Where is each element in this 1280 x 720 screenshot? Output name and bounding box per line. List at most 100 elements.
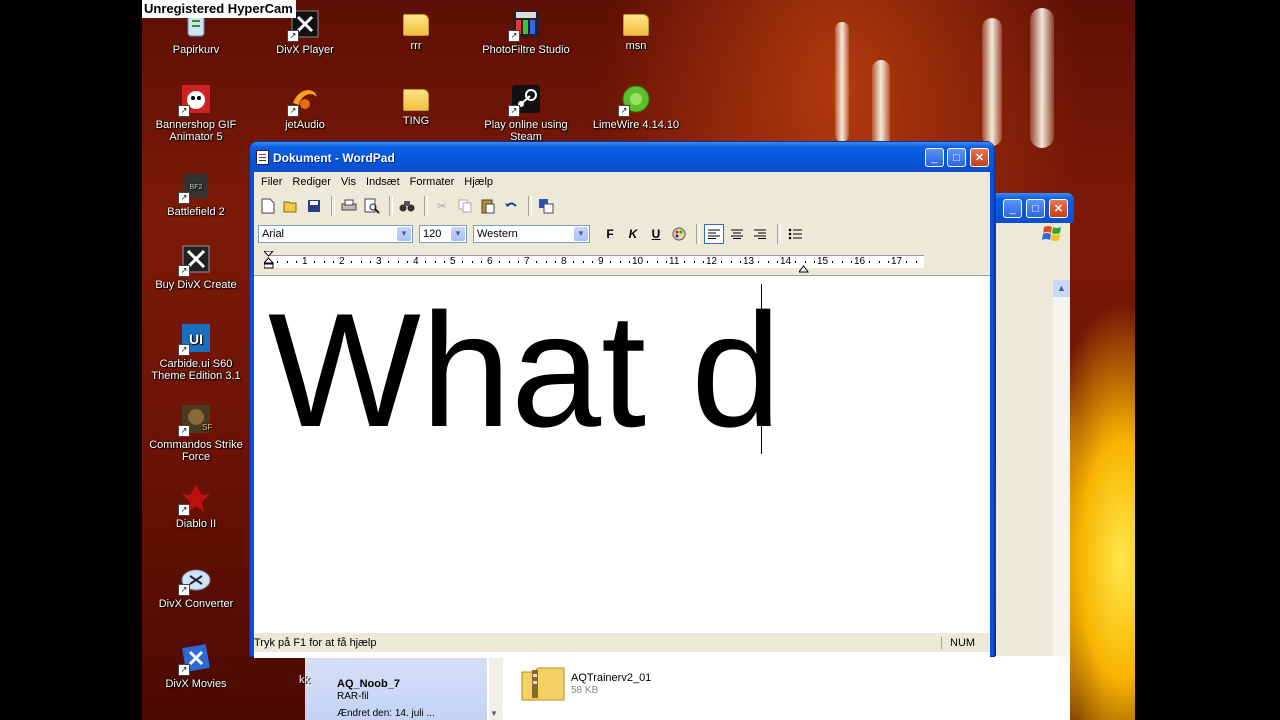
- folder-icon: [403, 89, 429, 111]
- font-size-combo[interactable]: 120 ▼: [419, 225, 467, 243]
- desktop-icon-buy-divx-create[interactable]: ↗ Buy DivX Create: [146, 243, 246, 291]
- paste-clipboard-icon[interactable]: [478, 196, 498, 216]
- desktop-icon-jetaudio[interactable]: ↗ jetAudio: [255, 83, 355, 131]
- new-document-icon[interactable]: [258, 196, 278, 216]
- battlefield-icon: BF2 ↗: [178, 170, 212, 204]
- minimize-button[interactable]: _: [1003, 199, 1022, 218]
- desktop-icon-photofiltre[interactable]: ↗ PhotoFiltre Studio: [476, 8, 576, 56]
- ruler-tick: [406, 261, 408, 263]
- align-right-icon[interactable]: [750, 224, 770, 244]
- color-palette-icon[interactable]: [669, 224, 689, 244]
- wordpad-titlebar[interactable]: Dokument - WordPad _ □ ✕: [250, 142, 994, 172]
- wallpaper-shine: [982, 18, 1002, 146]
- ruler-number: 7: [524, 256, 530, 267]
- ruler-tick: [619, 261, 621, 263]
- chevron-down-icon[interactable]: ▼: [451, 227, 465, 241]
- desktop-icon-steam[interactable]: ↗ Play online using Steam: [476, 83, 576, 143]
- desktop-icon-msn[interactable]: msn: [586, 8, 686, 52]
- menu-filer[interactable]: Filer: [256, 176, 287, 188]
- italic-button[interactable]: K: [623, 224, 643, 244]
- insert-datetime-icon[interactable]: [536, 196, 556, 216]
- cut-scissors-icon[interactable]: ✂: [432, 196, 452, 216]
- ruler-number: 6: [487, 256, 493, 267]
- underline-button[interactable]: U: [646, 224, 666, 244]
- script-combo[interactable]: Western ▼: [473, 225, 590, 243]
- desktop-icon-limewire[interactable]: ↗ LimeWire 4.14.10: [586, 83, 686, 131]
- explorer-titlebar[interactable]: _ □ ✕: [996, 193, 1074, 223]
- font-name-combo[interactable]: Arial ▼: [258, 225, 413, 243]
- explorer-window[interactable]: _ □ ✕ ▲ ▼: [996, 193, 1074, 716]
- close-button[interactable]: ✕: [970, 148, 989, 167]
- ruler-tick: [360, 261, 362, 263]
- zip-file-icon[interactable]: [520, 666, 566, 702]
- ruler-tick: [906, 261, 908, 263]
- wordpad-window[interactable]: Dokument - WordPad _ □ ✕ Filer Rediger V…: [250, 142, 994, 658]
- save-disk-icon[interactable]: [304, 196, 324, 216]
- menu-indsaet[interactable]: Indsæt: [361, 176, 405, 188]
- diablo-icon: ↗: [178, 482, 212, 516]
- explorer-scrollbar[interactable]: ▲ ▼: [1053, 280, 1070, 712]
- desktop-icon-ting[interactable]: TING: [366, 83, 466, 127]
- ruler-tick: [702, 261, 704, 263]
- close-button[interactable]: ✕: [1049, 199, 1068, 218]
- print-icon[interactable]: [339, 196, 359, 216]
- ruler-number: 9: [598, 256, 604, 267]
- desktop-icon-rrr[interactable]: rrr: [366, 8, 466, 52]
- desktop-icon-diablo[interactable]: ↗ Diablo II: [146, 482, 246, 530]
- chevron-down-icon[interactable]: ▼: [397, 227, 411, 241]
- ruler-tick: [388, 261, 390, 263]
- details-pane: AQ_Noob_7 RAR-fil Ændret den: 14. juli .…: [305, 656, 503, 720]
- menu-vis[interactable]: Vis: [336, 176, 361, 188]
- desktop-icon-divx-movies[interactable]: ↗ DivX Movies: [146, 642, 246, 690]
- desktop-icon-commandos[interactable]: SF ↗ Commandos Strike Force: [146, 403, 246, 463]
- icon-label: rrr: [410, 40, 422, 52]
- ruler[interactable]: 1 2 3 4 5 6 7 8 9 10 11 12 13 14 15 16 17: [254, 249, 990, 273]
- ruler-tick: [397, 261, 399, 263]
- desktop-icon-carbide[interactable]: UI ↗ Carbide.ui S60 Theme Edition 3.1: [146, 322, 246, 382]
- copy-icon[interactable]: [455, 196, 475, 216]
- maximize-button[interactable]: □: [947, 148, 966, 167]
- ruler-tick: [369, 261, 371, 263]
- minimize-button[interactable]: _: [925, 148, 944, 167]
- desktop-icon-divx-converter[interactable]: ↗ DivX Converter: [146, 562, 246, 610]
- wordpad-app-icon[interactable]: [256, 150, 269, 165]
- ruler-tick: [554, 261, 556, 263]
- file-name[interactable]: AQTrainerv2_01: [571, 672, 651, 684]
- selected-file-modified: Ændret den: 14. juli ...: [337, 708, 435, 719]
- document-text[interactable]: What d: [268, 286, 781, 456]
- menu-hjaelp[interactable]: Hjælp: [459, 176, 498, 188]
- menu-rediger[interactable]: Rediger: [287, 176, 336, 188]
- ruler-tick: [869, 261, 871, 263]
- bold-button[interactable]: F: [600, 224, 620, 244]
- desktop-icon-bannershop[interactable]: ↗ Bannershop GIF Animator 5: [146, 83, 246, 143]
- chevron-down-icon[interactable]: ▼: [574, 227, 588, 241]
- print-preview-icon[interactable]: [362, 196, 382, 216]
- undo-icon[interactable]: [501, 196, 521, 216]
- icon-label: DivX Converter: [158, 598, 234, 610]
- indent-marker-icon[interactable]: [262, 250, 275, 278]
- align-center-icon[interactable]: [727, 224, 747, 244]
- ruler-number: 4: [413, 256, 419, 267]
- bullets-icon[interactable]: [785, 224, 805, 244]
- document-area[interactable]: What d: [254, 275, 990, 658]
- divx-converter-icon: ↗: [178, 562, 212, 596]
- ruler-number: 10: [632, 256, 644, 267]
- ruler-tick: [887, 261, 889, 263]
- find-binoculars-icon[interactable]: [397, 196, 417, 216]
- scroll-up-button[interactable]: ▲: [1053, 280, 1070, 297]
- maximize-button[interactable]: □: [1026, 199, 1045, 218]
- wordpad-body: Filer Rediger Vis Indsæt Formater Hjælp …: [254, 172, 990, 658]
- icon-label: DivX Player: [276, 44, 334, 56]
- ruler-number: 1: [302, 256, 308, 267]
- ruler-number: 16: [854, 256, 866, 267]
- scroll-down-arrow-icon[interactable]: ▼: [490, 709, 498, 718]
- selected-file-name: AQ_Noob_7: [337, 678, 400, 690]
- pane-scrollbar[interactable]: ▼: [489, 656, 503, 720]
- open-folder-icon[interactable]: [281, 196, 301, 216]
- ruler-tick: [656, 261, 658, 263]
- text-caret: [761, 284, 762, 454]
- desktop-icon-battlefield[interactable]: BF2 ↗ Battlefield 2: [146, 170, 246, 218]
- menu-formater[interactable]: Formater: [405, 176, 460, 188]
- ruler-tick: [434, 261, 436, 263]
- align-left-icon[interactable]: [704, 224, 724, 244]
